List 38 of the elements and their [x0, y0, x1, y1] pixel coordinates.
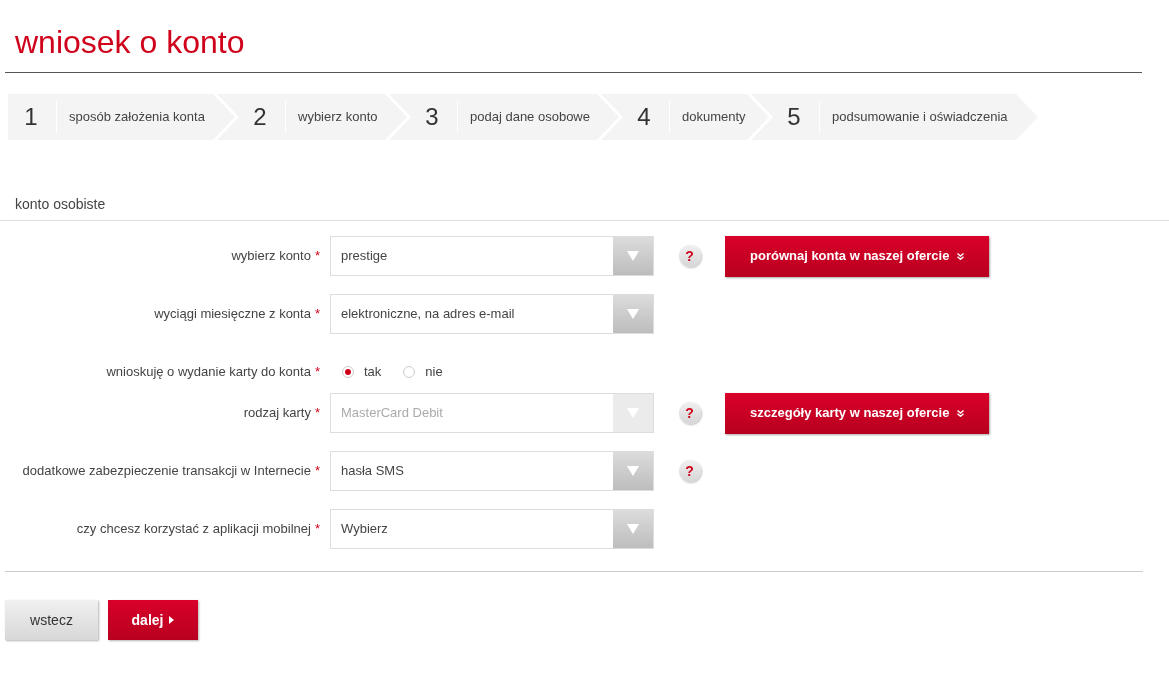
- step-number: 1: [23, 102, 39, 132]
- field-label: dodatkowe zabezpieczenie transakcji w Internecie *: [21, 462, 321, 481]
- next-button[interactable]: dalej: [108, 600, 198, 640]
- radio-label: nie: [425, 363, 443, 382]
- step-number: 4: [636, 102, 652, 132]
- step-label: dokumenty: [682, 108, 746, 127]
- dropdown-arrow-icon: [627, 251, 639, 261]
- back-button[interactable]: wstecz: [5, 600, 98, 640]
- section-title: konto osobiste: [15, 196, 106, 212]
- dropdown-arrow-icon: [627, 309, 639, 319]
- details-button[interactable]: porównaj konta w naszej ofercie: [725, 235, 990, 277]
- field-label: czy chcesz korzystać z aplikacji mobilnej *: [75, 520, 321, 539]
- step-label: wybierz konto: [298, 108, 378, 127]
- radio-label: tak: [364, 363, 382, 382]
- radio-button[interactable]: [342, 366, 354, 378]
- dropdown-field[interactable]: Wybierz: [330, 509, 654, 549]
- step-number: 2: [252, 102, 268, 132]
- field-label: wybierz konto *: [230, 247, 321, 266]
- caret-icon: [169, 616, 175, 624]
- step-label: podsumowanie i oświadczenia: [832, 108, 1008, 127]
- dropdown-arrow-icon: [627, 466, 639, 476]
- radio-button[interactable]: [403, 366, 416, 378]
- double-chevron-icon: [957, 409, 965, 417]
- step-label: sposób założenia konta: [69, 108, 205, 127]
- help-button[interactable]: ?: [678, 460, 701, 482]
- field-label: rodzaj karty *: [242, 404, 321, 423]
- field-label: wnioskuję o wydanie karty do konta *: [105, 363, 321, 382]
- step-number: 3: [424, 102, 440, 132]
- page-title: wniosek o konto: [15, 23, 245, 62]
- double-chevron-icon: [957, 252, 965, 260]
- step-number: 5: [786, 102, 802, 132]
- dropdown-arrow-icon: [627, 524, 639, 534]
- field-label: wyciągi miesięczne z konta *: [153, 305, 321, 324]
- dropdown-field[interactable]: hasła SMS: [330, 451, 654, 491]
- help-button[interactable]: ?: [678, 245, 701, 267]
- dropdown-field[interactable]: elektroniczne, na adres e-mail: [330, 294, 654, 334]
- step-label: podaj dane osobowe: [470, 108, 590, 127]
- dropdown-field[interactable]: prestige: [330, 236, 654, 276]
